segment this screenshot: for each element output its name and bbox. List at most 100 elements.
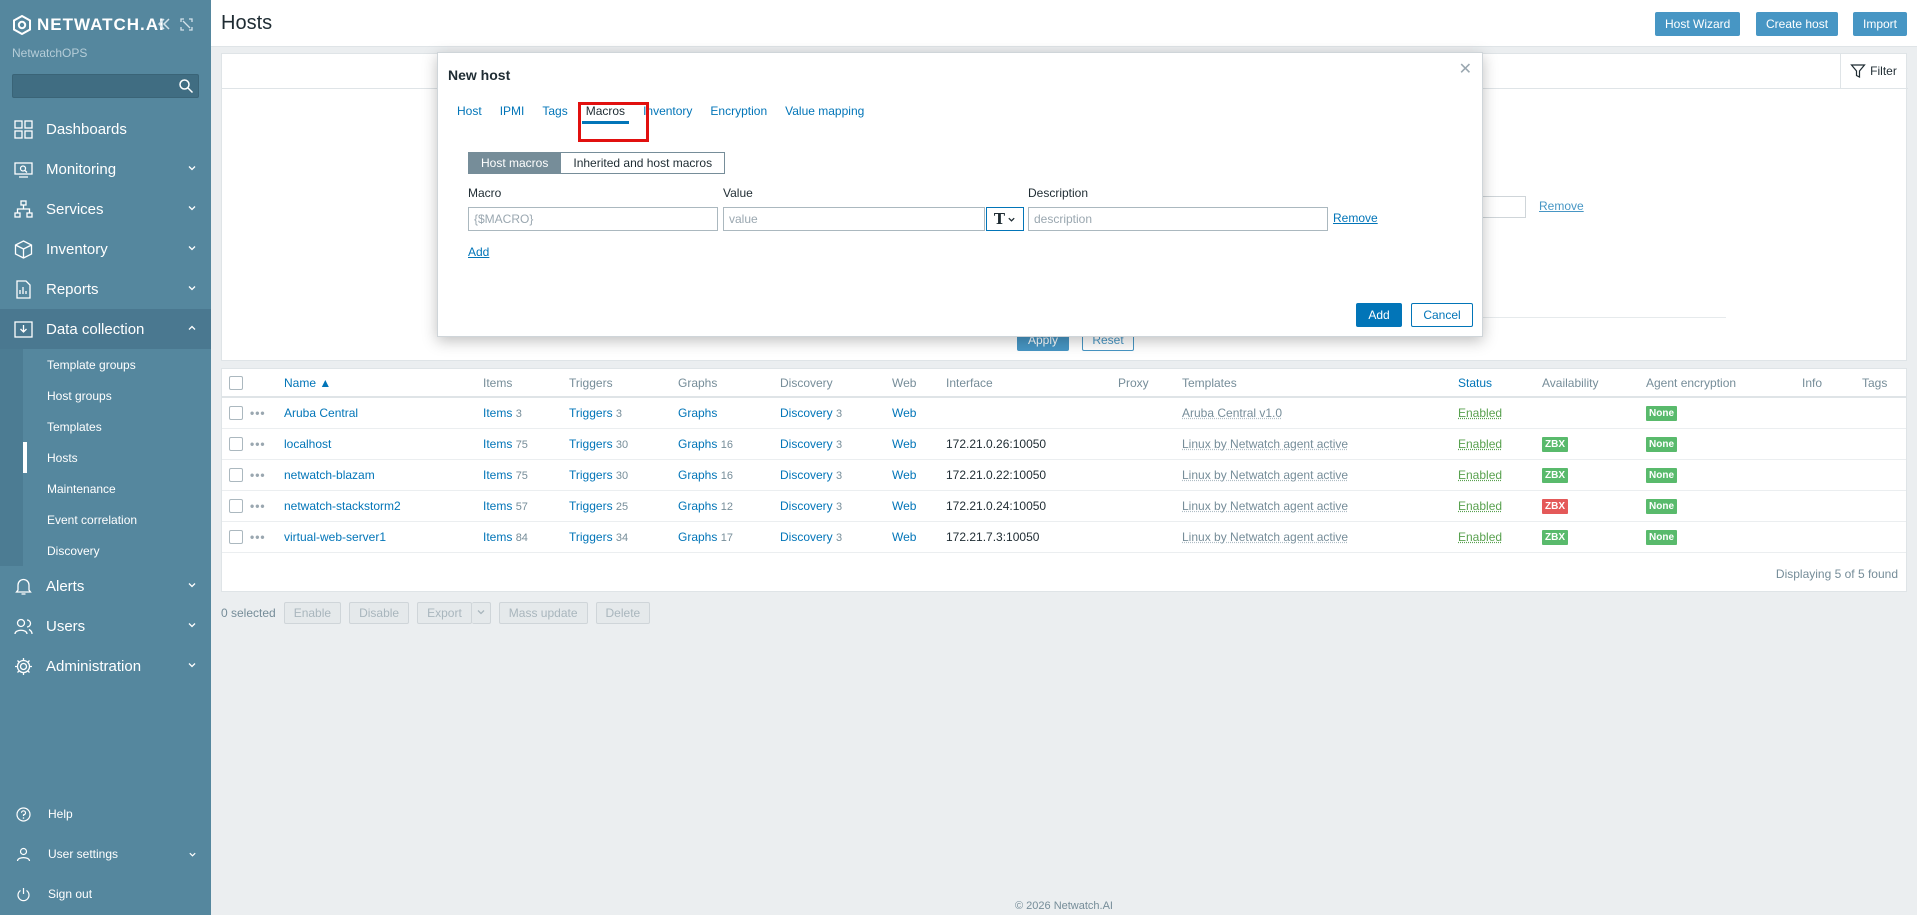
template-link[interactable]: Linux by Netwatch agent active [1182,437,1348,451]
submenu-template-groups[interactable]: Template groups [23,349,211,380]
menu-services[interactable]: Services [0,189,211,229]
menu-data-collection[interactable]: Data collection [0,309,211,349]
zbx-availability-badge[interactable]: ZBX [1542,498,1568,514]
status-toggle[interactable]: Enabled [1458,468,1502,482]
discovery-link[interactable]: Discovery [780,406,833,420]
discovery-link[interactable]: Discovery [780,437,833,451]
zbx-availability-badge[interactable]: ZBX [1542,436,1568,452]
graphs-link[interactable]: Graphs [678,406,717,420]
zbx-availability-badge[interactable]: ZBX [1542,529,1568,545]
disable-button[interactable]: Disable [349,602,410,624]
web-link[interactable]: Web [892,530,916,544]
tab-host[interactable]: Host [448,95,491,127]
template-link[interactable]: Linux by Netwatch agent active [1182,530,1348,544]
add-macro-link[interactable]: Add [468,245,489,259]
menu-administration[interactable]: Administration [0,646,211,686]
status-toggle[interactable]: Enabled [1458,499,1502,513]
macro-value-input[interactable] [723,207,985,231]
row-checkbox[interactable] [229,498,243,513]
export-dropdown-button[interactable] [471,602,491,624]
tab-tags[interactable]: Tags [533,95,576,127]
triggers-link[interactable]: Triggers [569,499,613,513]
web-link[interactable]: Web [892,437,916,451]
menu-monitoring[interactable]: Monitoring [0,149,211,189]
items-link[interactable]: Items [483,437,512,451]
status-toggle[interactable]: Enabled [1458,437,1502,451]
brand-logo[interactable]: NETWATCH.AI [12,14,165,36]
macro-remove-link[interactable]: Remove [1333,211,1378,225]
submenu-templates[interactable]: Templates [23,411,211,442]
row-actions-icon[interactable]: ••• [250,406,266,420]
collapse-sidebar-icon[interactable] [156,16,172,32]
close-icon[interactable]: ✕ [1459,59,1472,79]
host-name-link[interactable]: virtual-web-server1 [284,530,386,544]
submenu-discovery[interactable]: Discovery [23,535,211,566]
row-actions-icon[interactable]: ••• [250,530,266,544]
menu-user-settings[interactable]: User settings [0,834,211,874]
submenu-host-groups[interactable]: Host groups [23,380,211,411]
template-link[interactable]: Linux by Netwatch agent active [1182,468,1348,482]
kiosk-mode-icon[interactable] [178,16,194,32]
col-header-status[interactable]: Status [1458,369,1542,398]
search-icon[interactable] [178,78,194,94]
row-checkbox[interactable] [229,529,243,544]
zbx-availability-badge[interactable]: ZBX [1542,467,1568,483]
delete-button[interactable]: Delete [595,602,651,624]
row-actions-icon[interactable]: ••• [250,437,266,451]
triggers-link[interactable]: Triggers [569,530,613,544]
import-button[interactable]: Import [1853,12,1908,36]
menu-reports[interactable]: Reports [0,269,211,309]
web-link[interactable]: Web [892,468,916,482]
template-link[interactable]: Linux by Netwatch agent active [1182,499,1348,513]
macro-description-input[interactable] [1028,207,1328,231]
status-toggle[interactable]: Enabled [1458,530,1502,544]
menu-users[interactable]: Users [0,606,211,646]
mass-update-button[interactable]: Mass update [498,602,588,624]
row-actions-icon[interactable]: ••• [250,468,266,482]
create-host-button[interactable]: Create host [1756,12,1839,36]
col-header-name[interactable]: Name ▲ [284,369,483,398]
items-link[interactable]: Items [483,530,512,544]
host-name-link[interactable]: netwatch-blazam [284,468,375,482]
cancel-button[interactable]: Cancel [1411,303,1473,327]
col-header-interface[interactable]: Interface [946,369,1118,398]
row-checkbox[interactable] [229,436,243,451]
triggers-link[interactable]: Triggers [569,437,613,451]
row-actions-icon[interactable]: ••• [250,499,266,513]
host-wizard-button[interactable]: Host Wizard [1655,12,1741,36]
menu-help[interactable]: Help [0,794,211,834]
graphs-link[interactable]: Graphs [678,468,717,482]
menu-sign-out[interactable]: Sign out [0,874,211,914]
tab-ipmi[interactable]: IPMI [491,95,534,127]
triggers-link[interactable]: Triggers [569,468,613,482]
sidebar-search-input[interactable] [12,74,199,98]
tab-encryption[interactable]: Encryption [701,95,776,127]
select-all-checkbox[interactable] [229,375,243,390]
row-checkbox[interactable] [229,467,243,482]
graphs-link[interactable]: Graphs [678,437,717,451]
menu-inventory[interactable]: Inventory [0,229,211,269]
items-link[interactable]: Items [483,468,512,482]
graphs-link[interactable]: Graphs [678,530,717,544]
host-macros-button[interactable]: Host macros [468,152,562,174]
graphs-link[interactable]: Graphs [678,499,717,513]
items-link[interactable]: Items [483,499,512,513]
submenu-event-correlation[interactable]: Event correlation [23,504,211,535]
add-host-button[interactable]: Add [1356,303,1402,327]
submenu-hosts[interactable]: Hosts [23,442,211,473]
tab-value-mapping[interactable]: Value mapping [776,95,873,127]
items-link[interactable]: Items [483,406,512,420]
export-button[interactable]: Export [417,602,472,624]
enable-button[interactable]: Enable [283,602,342,624]
host-name-link[interactable]: netwatch-stackstorm2 [284,499,401,513]
discovery-link[interactable]: Discovery [780,499,833,513]
inherited-macros-button[interactable]: Inherited and host macros [561,152,726,174]
submenu-maintenance[interactable]: Maintenance [23,473,211,504]
macro-input[interactable] [468,207,718,231]
filter-tab[interactable]: Filter [1840,54,1906,88]
template-link[interactable]: Aruba Central v1.0 [1182,406,1282,420]
value-type-dropdown[interactable]: T [986,207,1024,231]
discovery-link[interactable]: Discovery [780,530,833,544]
web-link[interactable]: Web [892,406,916,420]
discovery-link[interactable]: Discovery [780,468,833,482]
